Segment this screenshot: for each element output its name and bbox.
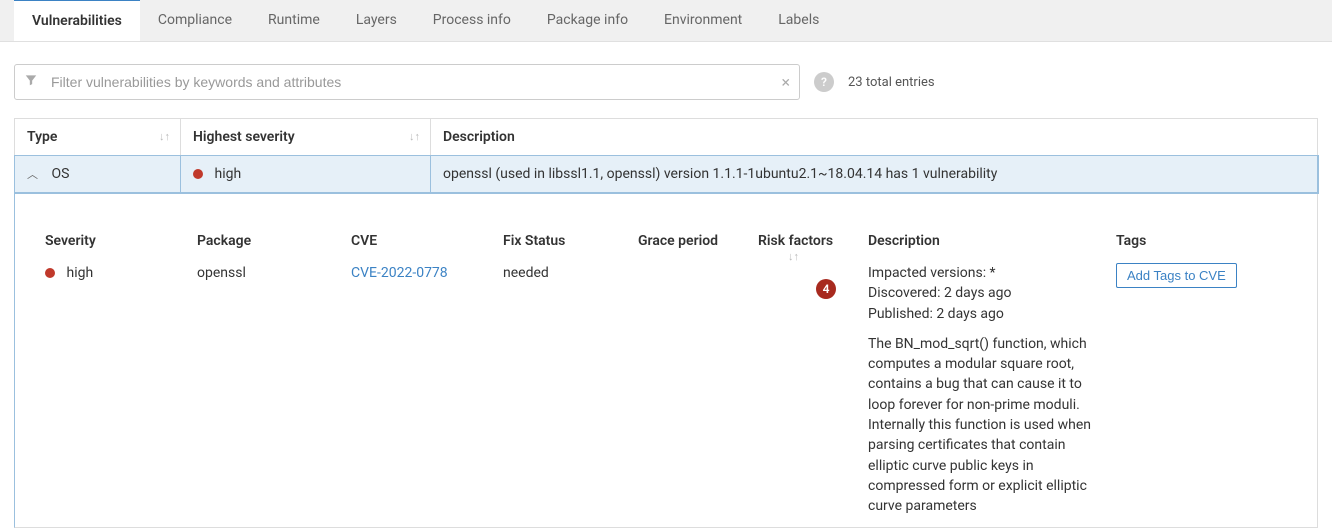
col-type[interactable]: Type ↓↑: [15, 119, 181, 156]
row-type: OS: [51, 166, 69, 182]
col-description[interactable]: Description: [431, 119, 1318, 156]
col-desc-label: Description: [443, 129, 515, 145]
sort-icon[interactable]: ↓↑: [788, 253, 799, 261]
tab-vulnerabilities[interactable]: Vulnerabilities: [14, 0, 140, 41]
sort-icon: ↓↑: [409, 133, 420, 141]
toolbar: × ? 23 total entries: [0, 42, 1332, 110]
clear-filter-icon[interactable]: ×: [781, 73, 790, 92]
help-icon[interactable]: ?: [814, 72, 834, 92]
total-entries: 23 total entries: [848, 75, 935, 90]
table-row[interactable]: ︿ OS high openssl (used in libssl1.1, op…: [15, 156, 1318, 193]
severity-dot-icon: [45, 268, 55, 278]
row-description: openssl (used in libssl1.1, openssl) ver…: [431, 156, 1318, 193]
row-severity: high: [214, 166, 241, 182]
filter-icon: [24, 73, 38, 91]
col-type-label: Type: [27, 129, 57, 145]
detail-cve: CVE CVE-2022-0778: [351, 233, 503, 517]
risk-count-badge[interactable]: 4: [816, 279, 836, 299]
detail-severity-header: Severity: [45, 233, 183, 249]
tab-process-info[interactable]: Process info: [415, 0, 529, 41]
detail-grace-period: Grace period: [638, 233, 758, 517]
col-sev-label: Highest severity: [193, 129, 295, 145]
tab-labels[interactable]: Labels: [760, 0, 837, 41]
detail-grace-header: Grace period: [638, 233, 744, 249]
sort-icon: ↓↑: [159, 133, 170, 141]
detail-risk-factors: Risk factors ↓↑ 4: [758, 233, 868, 517]
detail-desc-header: Description: [868, 233, 1102, 249]
tab-runtime[interactable]: Runtime: [250, 0, 338, 41]
detail-tags: Tags Add Tags to CVE: [1116, 233, 1276, 517]
tab-layers[interactable]: Layers: [338, 0, 415, 41]
col-highest-severity[interactable]: Highest severity ↓↑: [181, 119, 431, 156]
detail-package: Package openssl: [197, 233, 351, 517]
detail-desc-body: The BN_mod_sqrt() function, which comput…: [868, 334, 1102, 517]
detail-discovered: Discovered: 2 days ago: [868, 283, 1102, 303]
detail-fix-value: needed: [503, 263, 624, 283]
severity-dot-icon: [193, 169, 203, 179]
detail-severity-value: high: [66, 265, 93, 281]
detail-cve-header: CVE: [351, 233, 489, 249]
detail-fix-status: Fix Status needed: [503, 233, 638, 517]
tab-bar: Vulnerabilities Compliance Runtime Layer…: [0, 0, 1332, 42]
detail-risk-header: Risk factors: [758, 233, 833, 249]
cve-link[interactable]: CVE-2022-0778: [351, 265, 448, 281]
vulnerability-table: Type ↓↑ Highest severity ↓↑ Description …: [14, 118, 1318, 193]
detail-description: Description Impacted versions: * Discove…: [868, 233, 1116, 517]
tab-environment[interactable]: Environment: [646, 0, 760, 41]
filter-box: ×: [14, 64, 800, 100]
detail-impacted: Impacted versions: *: [868, 263, 1102, 283]
filter-input[interactable]: [14, 64, 800, 100]
detail-package-header: Package: [197, 233, 337, 249]
detail-published: Published: 2 days ago: [868, 304, 1102, 324]
detail-package-value: openssl: [197, 263, 337, 283]
add-tags-button[interactable]: Add Tags to CVE: [1116, 263, 1237, 288]
tab-package-info[interactable]: Package info: [529, 0, 646, 41]
detail-tags-header: Tags: [1116, 233, 1262, 249]
detail-fix-header: Fix Status: [503, 233, 624, 249]
tab-compliance[interactable]: Compliance: [140, 0, 250, 41]
detail-severity: Severity high: [45, 233, 197, 517]
chevron-up-icon[interactable]: ︿: [27, 166, 38, 182]
detail-panel: Severity high Package openssl CVE CVE-20…: [14, 193, 1318, 528]
